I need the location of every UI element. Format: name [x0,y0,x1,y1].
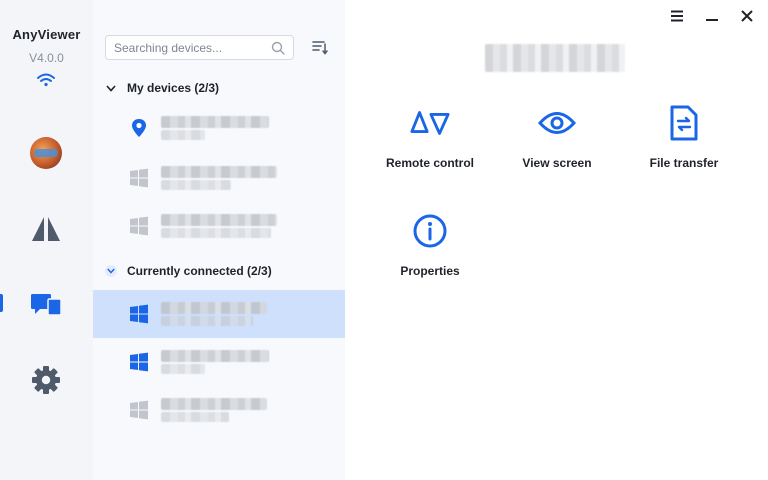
windows-icon [130,168,148,188]
device-id-redacted [161,180,231,190]
devices-icon [31,294,62,316]
file-transfer-icon [670,105,698,141]
view-screen-button[interactable]: View screen [502,103,612,170]
windows-icon [130,216,148,236]
minimize-button[interactable] [701,6,723,26]
properties-label: Properties [400,264,460,278]
location-pin-icon [132,119,146,137]
remote-control-button[interactable]: Remote control [375,103,485,170]
search-icon[interactable] [271,41,285,55]
sort-list-icon[interactable] [311,38,329,56]
device-name-redacted [161,398,267,410]
device-name-redacted [161,350,269,362]
device-name-redacted [161,116,269,128]
main-area: Remote control View screen File transfer [345,0,768,480]
device-title-redacted [485,44,625,72]
group-currently-connected[interactable]: Currently connected (2/3) [105,261,272,281]
app-name: AnyViewer [12,27,81,42]
device-name-redacted [161,166,277,178]
search-box [105,35,294,60]
device-row-selected[interactable] [93,290,345,338]
avatar-icon [30,137,62,169]
eye-icon [538,112,576,134]
rail-settings-button[interactable] [26,360,66,400]
chevron-down-icon [105,265,117,277]
file-transfer-button[interactable]: File transfer [629,103,739,170]
menu-button[interactable] [666,6,688,26]
chevron-down-icon [105,82,117,94]
device-row[interactable] [93,154,345,202]
device-name-redacted [161,302,267,314]
device-id-redacted [161,228,271,238]
device-id-redacted [161,364,205,374]
group-my-devices[interactable]: My devices (2/3) [105,78,219,98]
view-screen-label: View screen [522,156,592,170]
close-icon [741,10,753,22]
search-input[interactable] [114,40,259,55]
device-id-redacted [161,316,253,326]
app-version: V4.0.0 [29,51,64,65]
device-id-redacted [161,130,205,140]
wifi-icon [37,73,55,87]
hamburger-icon [671,10,683,22]
rail-devices-button[interactable] [26,284,66,324]
group-label: My devices (2/3) [127,81,220,95]
windows-icon [130,400,148,420]
close-button[interactable] [736,6,758,26]
remote-control-label: Remote control [385,156,474,170]
connect-triangle-icon [32,217,60,241]
device-row[interactable] [93,338,345,386]
device-row[interactable] [93,104,345,152]
minimize-icon [706,19,718,21]
file-transfer-label: File transfer [649,156,719,170]
rail-connect-button[interactable] [26,209,66,249]
device-name-redacted [161,214,277,226]
gear-icon [32,366,60,394]
left-rail: AnyViewer V4.0.0 [0,0,93,480]
active-indicator [0,294,3,312]
device-id-redacted [161,412,229,422]
properties-button[interactable]: Properties [375,211,485,278]
group-label: Currently connected (2/3) [127,264,272,278]
windows-icon [130,352,148,372]
windows-icon [130,304,148,324]
device-row[interactable] [93,386,345,434]
info-icon [413,214,447,248]
device-panel: My devices (2/3) Currently connected (2/… [93,0,345,480]
device-row[interactable] [93,202,345,250]
rail-profile-button[interactable] [26,133,66,173]
remote-control-icon [410,111,450,135]
